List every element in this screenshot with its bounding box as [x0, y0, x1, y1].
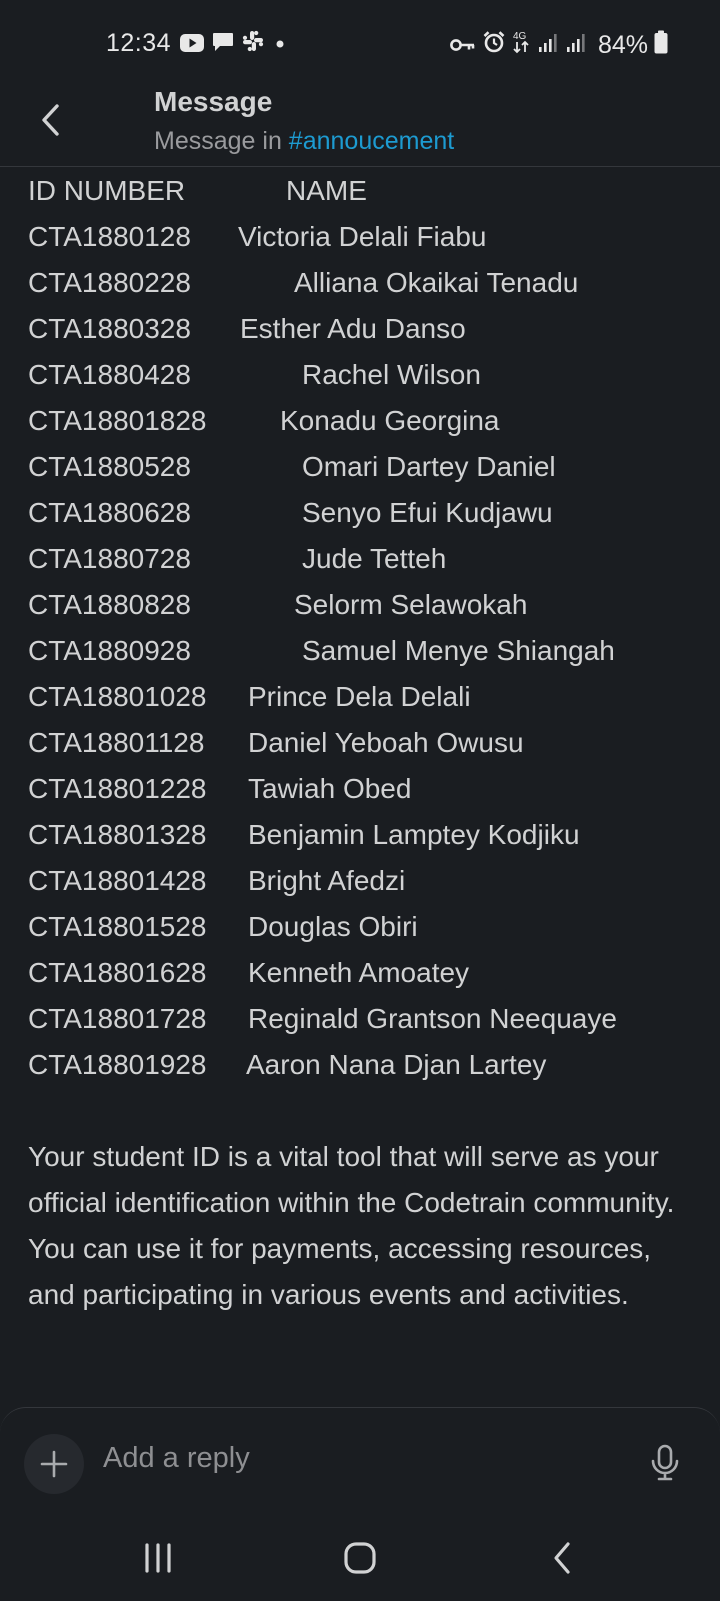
row-id: CTA18801628	[28, 957, 207, 988]
system-icons: 4G 84%	[450, 29, 668, 62]
name-column-header: NAME	[286, 175, 367, 206]
row-id: CTA18801728	[28, 1003, 207, 1034]
network-type: 4G	[513, 31, 527, 42]
row-id: CTA18801228	[28, 773, 207, 804]
slack-icon	[242, 30, 264, 59]
dot-icon	[272, 30, 288, 59]
reply-input[interactable]	[103, 1442, 603, 1475]
header-subtitle: Message in #annoucement	[154, 127, 454, 156]
data-arrows-icon: 4G	[512, 29, 532, 62]
row-name: Reginald Grantson Neequaye	[248, 1003, 617, 1034]
row-id: CTA18801028	[28, 681, 207, 712]
table-row: CTA18801128 Daniel Yeboah Owusu	[28, 720, 698, 766]
row-name: Victoria Delali Fiabu	[238, 221, 487, 252]
table-row: CTA1880228 Alliana Okaikai Tenadu	[28, 260, 698, 306]
notification-icons	[180, 30, 288, 59]
signal-icon	[566, 31, 588, 60]
table-row: CTA18801228 Tawiah Obed	[28, 766, 698, 812]
row-name: Kenneth Amoatey	[248, 957, 470, 988]
table-row: CTA18801728 Reginald Grantson Neequaye	[28, 996, 698, 1042]
table-row: CTA18801528 Douglas Obiri	[28, 904, 698, 950]
row-id: CTA1880928	[28, 635, 191, 666]
row-id: CTA18801828	[28, 405, 207, 436]
table-row: CTA1880328 Esther Adu Danso	[28, 306, 698, 352]
table-row: CTA18801928 Aaron Nana Djan Lartey	[28, 1042, 698, 1088]
row-id: CTA1880128	[28, 221, 191, 252]
row-name: Jude Tetteh	[302, 543, 447, 574]
attach-button[interactable]	[24, 1434, 84, 1494]
battery-percent: 84%	[597, 31, 648, 59]
row-id: CTA18801328	[28, 819, 207, 850]
row-name: Daniel Yeboah Owusu	[248, 727, 524, 758]
system-nav-bar	[0, 1518, 720, 1600]
table-row: CTA1880528 Omari Dartey Daniel	[28, 444, 698, 490]
row-name: Esther Adu Danso	[240, 313, 466, 344]
row-name: Konadu Georgina	[280, 405, 500, 436]
recent-apps-icon	[145, 1543, 171, 1573]
table-row: CTA1880428 Rachel Wilson	[28, 352, 698, 398]
row-id: CTA1880328	[28, 313, 191, 344]
row-name: Senyo Efui Kudjawu	[302, 497, 553, 528]
message-body: ID NUMBER NAME CTA1880128 Victoria Delali…	[28, 168, 698, 1318]
signal-icon	[538, 31, 560, 60]
home-icon	[344, 1542, 376, 1574]
table-row: CTA18801328 Benjamin Lamptey Kodjiku	[28, 812, 698, 858]
row-name: Benjamin Lamptey Kodjiku	[248, 819, 580, 850]
row-id: CTA1880628	[28, 497, 191, 528]
message-paragraph: Your student ID is a vital tool that wil…	[28, 1141, 675, 1310]
row-name: Alliana Okaikai Tenadu	[294, 267, 579, 298]
table-row: CTA1880928 Samuel Menye Shiangah	[28, 628, 698, 674]
voice-button[interactable]	[648, 1444, 682, 1482]
row-name: Aaron Nana Djan Lartey	[246, 1049, 547, 1080]
row-id: CTA1880828	[28, 589, 191, 620]
row-name: Samuel Menye Shiangah	[302, 635, 615, 666]
battery-icon	[654, 30, 668, 61]
status-bar: 12:34 4G 84%	[0, 0, 720, 80]
key-icon	[450, 31, 476, 60]
table-row: CTA1880728 Jude Tetteh	[28, 536, 698, 582]
channel-link[interactable]: #annoucement	[289, 127, 454, 155]
row-name: Prince Dela Delali	[248, 681, 471, 712]
row-id: CTA1880528	[28, 451, 191, 482]
microphone-icon	[651, 1444, 679, 1481]
row-name: Tawiah Obed	[248, 773, 412, 804]
status-time: 12:34	[106, 29, 172, 57]
row-id: CTA18801928	[28, 1049, 207, 1080]
system-back-button[interactable]	[532, 1536, 592, 1580]
table-row: CTA18801828 Konadu Georgina	[28, 398, 698, 444]
row-id: CTA18801128	[28, 727, 205, 758]
subtitle-prefix: Message in	[154, 127, 289, 155]
table-row: CTA18801628 Kenneth Amoatey	[28, 950, 698, 996]
plus-icon	[40, 1450, 68, 1478]
alarm-icon	[482, 30, 506, 61]
page-title: Message	[154, 86, 273, 117]
chevron-left-icon	[42, 104, 59, 136]
table-header-row: ID NUMBER NAME	[28, 168, 698, 214]
row-name: Rachel Wilson	[302, 359, 481, 390]
back-icon	[554, 1542, 570, 1574]
row-name: Douglas Obiri	[248, 911, 418, 942]
youtube-icon	[180, 30, 204, 59]
table-row: CTA18801028 Prince Dela Delali	[28, 674, 698, 720]
row-name: Omari Dartey Daniel	[302, 451, 556, 482]
table-row: CTA1880128 Victoria Delali Fiabu	[28, 214, 698, 260]
row-id: CTA1880428	[28, 359, 191, 390]
row-id: CTA1880728	[28, 543, 191, 574]
id-column-header: ID NUMBER	[28, 175, 186, 206]
row-id: CTA1880228	[28, 267, 191, 298]
home-button[interactable]	[330, 1536, 390, 1580]
back-button[interactable]	[30, 100, 70, 140]
row-id: CTA18801528	[28, 911, 207, 942]
recent-apps-button[interactable]	[128, 1536, 188, 1580]
thread-header: Message Message in #annoucement	[0, 80, 720, 167]
row-id: CTA18801428	[28, 865, 207, 896]
table-row: CTA1880828 Selorm Selawokah	[28, 582, 698, 628]
row-name: Bright Afedzi	[248, 865, 406, 896]
chat-icon	[212, 30, 234, 59]
row-name: Selorm Selawokah	[294, 589, 528, 620]
table-row: CTA1880628 Senyo Efui Kudjawu	[28, 490, 698, 536]
table-row: CTA18801428 Bright Afedzi	[28, 858, 698, 904]
